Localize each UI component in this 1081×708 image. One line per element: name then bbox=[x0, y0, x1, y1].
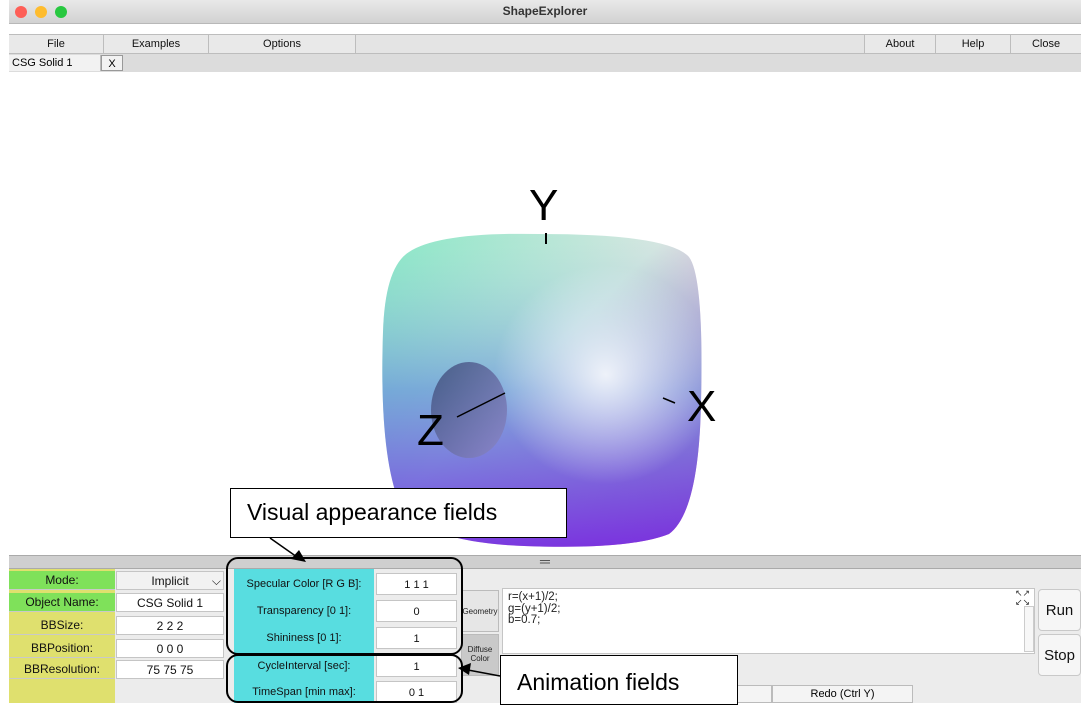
redo-button[interactable]: Redo (Ctrl Y) bbox=[772, 685, 913, 703]
object-name-label: Object Name: bbox=[9, 593, 115, 612]
axis-label-z: Z bbox=[417, 406, 444, 455]
rounded-cube-render bbox=[382, 233, 702, 547]
bbposition-label: BBPosition: bbox=[9, 639, 115, 658]
menu-close[interactable]: Close bbox=[1011, 35, 1081, 53]
panel-splitter[interactable]: ═ bbox=[9, 554, 1081, 569]
axis-label-y: Y bbox=[529, 181, 559, 230]
menu-examples[interactable]: Examples bbox=[104, 35, 209, 53]
bbsize-field[interactable]: 2 2 2 bbox=[116, 616, 224, 635]
stop-button[interactable]: Stop bbox=[1038, 634, 1081, 676]
mode-label: Mode: bbox=[9, 571, 115, 590]
animation-highlight-box bbox=[226, 654, 463, 703]
appearance-highlight-box bbox=[226, 557, 463, 655]
title-bar: ShapeExplorer bbox=[9, 0, 1081, 24]
menu-options[interactable]: Options bbox=[209, 35, 356, 53]
callout-animation: Animation fields bbox=[500, 655, 738, 705]
window-title: ShapeExplorer bbox=[502, 4, 588, 18]
expand-icon[interactable]: ↖↗ ↙↘ bbox=[1015, 589, 1030, 607]
code-editor[interactable]: r=(x+1)/2; g=(y+1)/2; b=0.7; bbox=[502, 588, 1035, 654]
tab-bar: CSG Solid 1 X bbox=[9, 54, 1081, 72]
tab-csg-solid-1[interactable]: CSG Solid 1 bbox=[9, 55, 101, 71]
bbposition-field[interactable]: 0 0 0 bbox=[116, 639, 224, 658]
menu-about[interactable]: About bbox=[864, 35, 936, 53]
bbresolution-label: BBResolution: bbox=[9, 660, 115, 679]
tab-geometry[interactable]: Geometry bbox=[461, 590, 499, 632]
bbresolution-field[interactable]: 75 75 75 bbox=[116, 660, 224, 679]
menu-help[interactable]: Help bbox=[936, 35, 1011, 53]
mode-value: Implicit bbox=[151, 574, 189, 588]
axis-label-x: X bbox=[687, 382, 717, 431]
bbsize-label: BBSize: bbox=[9, 616, 115, 635]
mode-select[interactable]: Implicit ⌵ bbox=[116, 571, 224, 590]
chevron-down-icon: ⌵ bbox=[211, 574, 221, 588]
editor-scrollbar[interactable] bbox=[1024, 606, 1034, 652]
tab-diffuse-color[interactable]: Diffuse Color bbox=[461, 634, 499, 676]
object-name-field[interactable]: CSG Solid 1 bbox=[116, 593, 224, 612]
menu-bar: File Examples Options About Help Close bbox=[9, 34, 1081, 54]
viewport-3d[interactable]: Y X Z bbox=[9, 72, 1081, 555]
menu-file[interactable]: File bbox=[9, 35, 104, 53]
tab-close-button[interactable]: X bbox=[101, 55, 123, 71]
callout-visual-appearance: Visual appearance fields bbox=[230, 488, 567, 538]
run-button[interactable]: Run bbox=[1038, 589, 1081, 631]
